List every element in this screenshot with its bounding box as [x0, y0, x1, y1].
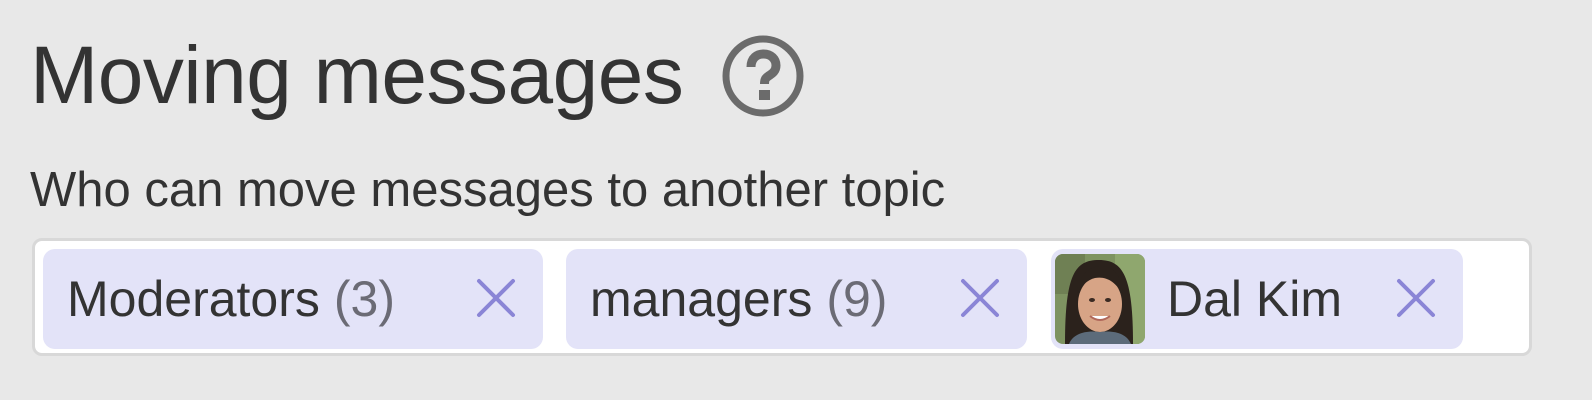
close-icon[interactable] — [475, 277, 517, 319]
page-title: Moving messages — [30, 30, 684, 121]
pill-member-count: (9) — [826, 271, 888, 327]
pill-member-count: (3) — [333, 271, 395, 327]
pill-group-name: managers — [590, 271, 813, 327]
pill-input-container[interactable]: Moderators (3) managers (9) Dal Kim — [32, 238, 1532, 356]
user-avatar — [1055, 254, 1145, 344]
user-pill-dal-kim[interactable]: Dal Kim — [1051, 249, 1463, 349]
close-icon[interactable] — [1395, 277, 1437, 319]
pill-group-name: Moderators — [67, 271, 320, 327]
setting-header: Moving messages — [30, 26, 805, 126]
group-pill-moderators[interactable]: Moderators (3) — [43, 249, 543, 349]
setting-label: Who can move messages to another topic — [30, 163, 946, 217]
close-icon[interactable] — [959, 277, 1001, 319]
group-pill-managers[interactable]: managers (9) — [566, 249, 1027, 349]
help-question-icon[interactable] — [721, 34, 805, 118]
pill-user-name: Dal Kim — [1167, 271, 1343, 327]
